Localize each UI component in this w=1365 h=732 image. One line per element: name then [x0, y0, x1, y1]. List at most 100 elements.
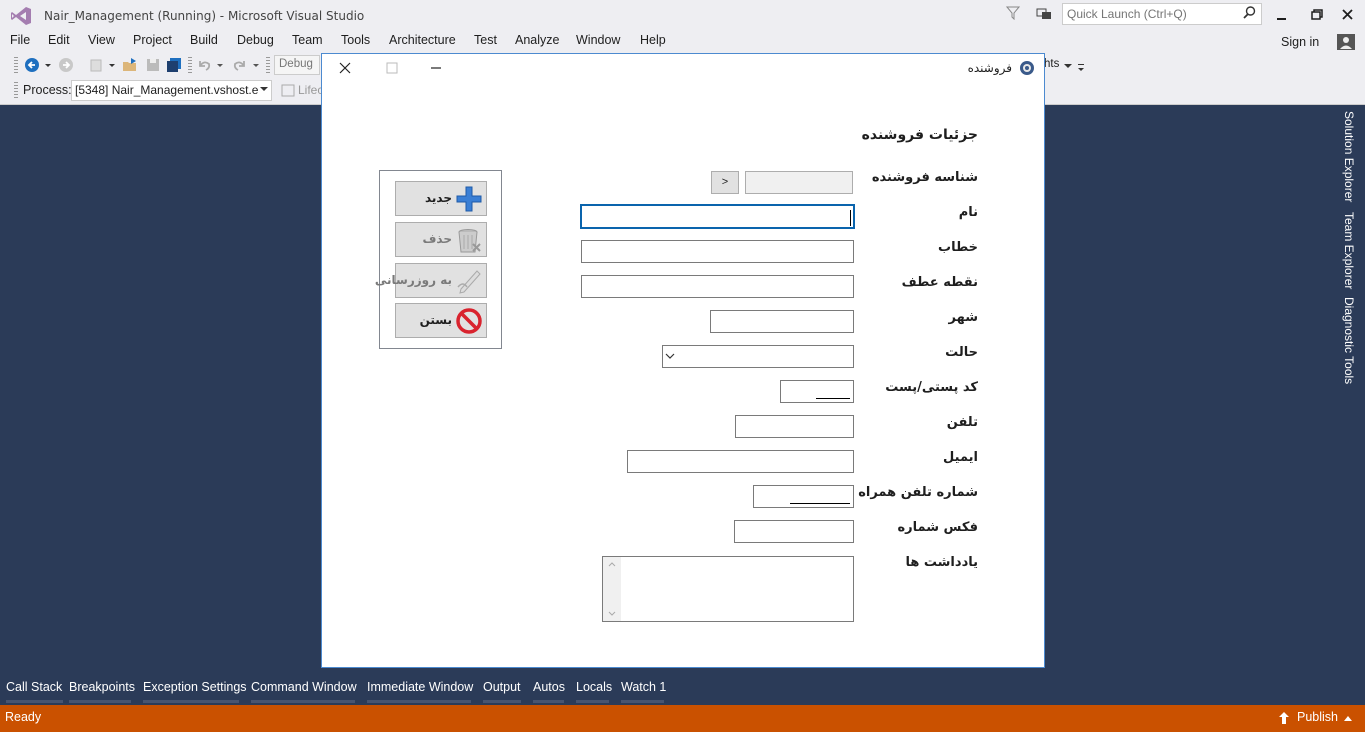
postal-code-input[interactable]: [780, 380, 854, 403]
menu-architecture[interactable]: Architecture: [389, 33, 456, 47]
tab-immediate-window[interactable]: Immediate Window: [367, 680, 473, 694]
tab-solution-explorer[interactable]: Solution Explorer: [1342, 111, 1356, 202]
save-all-icon[interactable]: [166, 57, 182, 73]
toolbar-grip[interactable]: [14, 82, 18, 99]
lifecycle-events-label[interactable]: Lifec: [298, 83, 323, 97]
application-insights-button[interactable]: hts: [1044, 58, 1059, 70]
menu-analyze[interactable]: Analyze: [515, 33, 559, 47]
tab-underline: [576, 700, 609, 703]
seller-id-label: شناسه فروشنده: [871, 170, 978, 185]
close-icon[interactable]: [338, 61, 352, 75]
new-button[interactable]: جدید: [395, 181, 487, 216]
input-mask-placeholder: [790, 503, 850, 504]
next-record-button[interactable]: >: [711, 171, 739, 194]
notes-textarea[interactable]: [602, 556, 854, 622]
toolbar-grip[interactable]: [266, 57, 270, 74]
account-icon[interactable]: [1336, 33, 1356, 51]
minimize-icon[interactable]: [1272, 6, 1292, 24]
tab-call-stack[interactable]: Call Stack: [6, 680, 62, 694]
publish-button[interactable]: Publish: [1297, 710, 1338, 724]
chevron-down-icon[interactable]: [260, 87, 268, 92]
notes-scrollbar[interactable]: [603, 557, 621, 621]
menu-edit[interactable]: Edit: [48, 33, 70, 47]
tab-command-window[interactable]: Command Window: [251, 680, 357, 694]
tab-watch-1[interactable]: Watch 1: [621, 680, 666, 694]
open-file-icon[interactable]: [122, 57, 138, 73]
menu-file[interactable]: File: [10, 33, 30, 47]
city-label: شهر: [948, 310, 978, 325]
chevron-down-icon[interactable]: [608, 611, 616, 616]
tab-breakpoints[interactable]: Breakpoints: [69, 680, 135, 694]
save-icon[interactable]: [145, 57, 161, 73]
feedback-icon[interactable]: [1036, 6, 1052, 22]
delete-button-label: حذف: [422, 232, 452, 246]
solution-configuration-select[interactable]: Debug: [274, 55, 320, 75]
chevron-down-icon[interactable]: [665, 353, 675, 360]
window-title: Nair_Management (Running) - Microsoft Vi…: [44, 9, 365, 23]
menu-view[interactable]: View: [88, 33, 115, 47]
menu-help[interactable]: Help: [640, 33, 666, 47]
arrow-up-icon[interactable]: [1278, 711, 1290, 725]
lifecycle-events-icon: [281, 84, 295, 97]
back-icon[interactable]: [24, 57, 40, 73]
dialog-title: فروشنده: [967, 61, 1012, 75]
postal-code-label: کد پستی/پست: [885, 380, 978, 395]
attention-input[interactable]: [581, 275, 854, 298]
menu-build[interactable]: Build: [190, 33, 218, 47]
menu-project[interactable]: Project: [133, 33, 172, 47]
email-label: ایمیل: [943, 450, 978, 465]
fax-input[interactable]: [734, 520, 854, 543]
state-select[interactable]: [662, 345, 854, 368]
delete-button[interactable]: حذف: [395, 222, 487, 257]
process-label: Process:: [23, 83, 72, 97]
close-icon[interactable]: [1338, 6, 1358, 24]
toolbar-grip[interactable]: [188, 57, 192, 74]
close-button[interactable]: بستن: [395, 303, 487, 338]
chevron-down-icon[interactable]: [44, 57, 52, 73]
tab-output[interactable]: Output: [483, 680, 521, 694]
tab-underline: [251, 700, 355, 703]
tab-underline: [367, 700, 471, 703]
menu-window[interactable]: Window: [576, 33, 620, 47]
city-input[interactable]: [710, 310, 854, 333]
right-tool-tabs: Solution Explorer Team Explorer Diagnost…: [1335, 105, 1365, 675]
process-select[interactable]: [5348] Nair_Management.vshost.e: [71, 80, 272, 101]
sign-in-link[interactable]: Sign in: [1281, 35, 1319, 49]
chevron-down-icon[interactable]: [108, 57, 116, 73]
chevron-down-icon[interactable]: [252, 57, 260, 73]
close-button-label: بستن: [419, 313, 452, 327]
minimize-icon[interactable]: [430, 62, 442, 74]
forward-icon[interactable]: [58, 57, 74, 73]
tab-autos[interactable]: Autos: [533, 680, 565, 694]
tab-diagnostic-tools[interactable]: Diagnostic Tools: [1342, 297, 1356, 384]
menu-debug[interactable]: Debug: [237, 33, 274, 47]
chevron-up-icon[interactable]: [608, 562, 616, 567]
tab-underline: [533, 700, 564, 703]
chevron-up-icon[interactable]: [1344, 716, 1352, 721]
tab-exception-settings[interactable]: Exception Settings: [143, 680, 247, 694]
new-project-icon[interactable]: [88, 57, 104, 73]
status-bar: Ready Publish: [0, 705, 1365, 732]
update-button[interactable]: به روزرسانی: [375, 263, 487, 298]
name-input[interactable]: [580, 204, 855, 229]
title-input[interactable]: [581, 240, 854, 263]
toolbar-overflow-icon[interactable]: [1077, 61, 1085, 73]
chevron-down-icon[interactable]: [1064, 64, 1072, 69]
mobile-input[interactable]: [753, 485, 854, 508]
menu-team[interactable]: Team: [292, 33, 323, 47]
redo-icon[interactable]: [232, 57, 248, 73]
maximize-icon[interactable]: [386, 62, 398, 74]
notification-filter-icon[interactable]: [1006, 6, 1020, 20]
restore-icon[interactable]: [1306, 6, 1326, 24]
toolbar-grip[interactable]: [14, 57, 18, 74]
undo-icon[interactable]: [196, 57, 212, 73]
tab-team-explorer[interactable]: Team Explorer: [1342, 212, 1356, 289]
chevron-down-icon[interactable]: [216, 57, 224, 73]
menu-tools[interactable]: Tools: [341, 33, 370, 47]
tab-locals[interactable]: Locals: [576, 680, 612, 694]
menu-test[interactable]: Test: [474, 33, 497, 47]
search-icon[interactable]: [1243, 6, 1256, 19]
phone-input[interactable]: [735, 415, 854, 438]
quick-launch-input[interactable]: [1062, 3, 1262, 25]
email-input[interactable]: [627, 450, 854, 473]
